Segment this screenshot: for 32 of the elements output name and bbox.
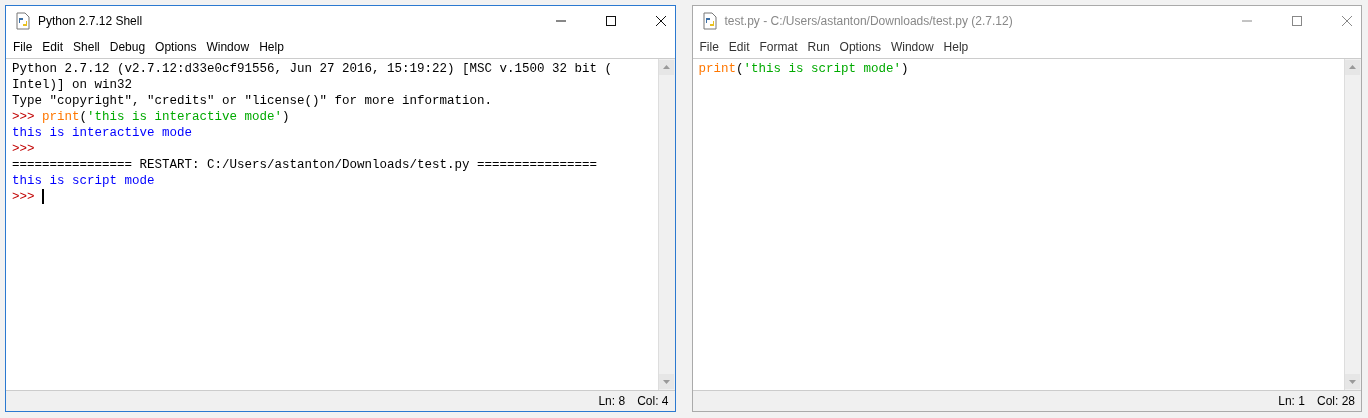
column-indicator: Col: 4 (637, 394, 669, 408)
python-file-icon (14, 12, 32, 30)
window-title: Python 2.7.12 Shell (38, 14, 143, 28)
code-line: this is interactive mode (12, 125, 194, 141)
menu-item[interactable]: Window (201, 40, 255, 54)
column-indicator: Col: 28 (1316, 394, 1355, 408)
code-line: print('this is script mode') (698, 61, 910, 77)
code-line: ================ RESTART: C:/Users/astanton/Downloads/test.py ================ (12, 157, 599, 173)
python-file-icon (700, 12, 719, 30)
menu-item[interactable]: Edit (37, 40, 69, 54)
code-line: Type "copyright", "credits" or "license()" for more information. (12, 93, 494, 109)
code-line: this is script mode (12, 173, 156, 189)
menu-item[interactable]: File (8, 40, 38, 54)
scroll-up-icon[interactable] (1345, 60, 1360, 75)
window-title: test.py - C:/Users/astanton/Downloads/test.py (2.7.12) (724, 14, 1013, 28)
menu-item[interactable]: Help (254, 40, 289, 54)
code-line: Intel)] on win32 (12, 77, 134, 93)
scrollbar[interactable] (657, 59, 675, 390)
code-line: >>> (12, 189, 652, 205)
line-indicator: Ln: 1 (1278, 394, 1305, 408)
code-line: >>> print('this is interactive mode') (12, 109, 291, 125)
maximize-icon[interactable] (604, 15, 617, 27)
close-icon[interactable] (654, 15, 667, 27)
menu-item[interactable]: Options (150, 40, 202, 54)
code-line: Python 2.7.12 (v2.7.12:d33e0cf91556, Jun 27 2016, 15:19:22) [MSC v.1500 32 bit ( (12, 61, 614, 77)
menu-item[interactable]: Shell (68, 40, 105, 54)
line-indicator: Ln: 8 (598, 394, 626, 408)
menu-item[interactable]: Debug (104, 40, 151, 54)
scroll-up-icon[interactable] (658, 60, 674, 75)
code-line: >>> (12, 141, 36, 157)
scroll-down-icon[interactable] (1345, 374, 1360, 389)
scroll-down-icon[interactable] (658, 374, 674, 389)
